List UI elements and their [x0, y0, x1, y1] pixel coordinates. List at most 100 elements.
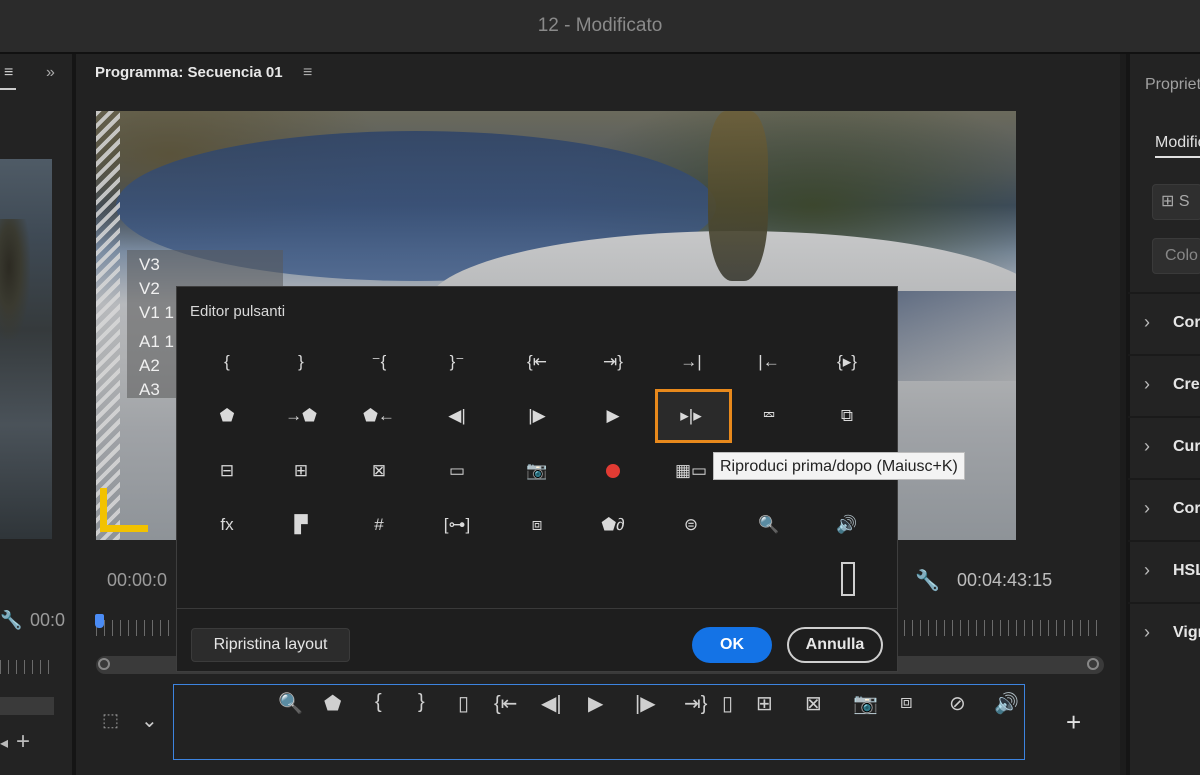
play-in-to-out-icon[interactable]: {▸}: [817, 348, 877, 376]
play-icon[interactable]: ▶: [583, 402, 643, 430]
extract-icon[interactable]: ⊠: [349, 457, 409, 485]
color-dropdown-label: Colo: [1165, 247, 1198, 264]
track-label: V1 1: [139, 303, 174, 322]
track-label: A1 1: [139, 332, 174, 351]
color-dropdown[interactable]: Colo: [1152, 238, 1200, 274]
window-title: 12 - Modificato: [537, 15, 663, 36]
ok-button[interactable]: OK: [692, 627, 772, 663]
left-panel-tab-underline: [0, 88, 16, 90]
source-scrollbar[interactable]: [0, 697, 54, 715]
safe-zone-hatch: [96, 111, 120, 540]
mark-out-icon[interactable]: }: [418, 691, 425, 714]
scrollbar-right-handle[interactable]: [1087, 658, 1099, 670]
magnify-icon[interactable]: 🔍: [278, 691, 303, 716]
left-panel-menu-icon[interactable]: ≡: [4, 64, 13, 82]
insert-icon[interactable]: ⊟: [197, 457, 257, 485]
section-label: Vign: [1173, 624, 1200, 641]
mark-in-icon[interactable]: {: [197, 348, 257, 376]
source-timecode[interactable]: 00:0: [30, 610, 65, 631]
step-back-icon[interactable]: ◀|: [541, 691, 562, 716]
chevron-down-icon[interactable]: ⌄: [141, 708, 158, 733]
record-dot: [606, 464, 620, 478]
play-before-after-icon[interactable]: ▸|▸: [661, 402, 721, 430]
go-to-previous-marker-icon[interactable]: ⬟←: [349, 402, 409, 430]
step-forward-icon[interactable]: |▶: [635, 691, 656, 716]
add-marker-icon[interactable]: ⬟: [197, 402, 257, 430]
program-monitor-title[interactable]: Programma: Secuencia 01: [95, 64, 283, 81]
vr-off-icon[interactable]: ⊘: [949, 691, 966, 716]
trim-monitor-icon[interactable]: ⧉: [817, 402, 877, 430]
corner-marker: [100, 488, 148, 532]
spacer-slot-icon[interactable]: [841, 562, 855, 596]
properties-title[interactable]: Propriet: [1145, 76, 1200, 94]
source-thumbnail: [0, 159, 52, 539]
export-frame-icon[interactable]: 📷: [507, 457, 567, 485]
spacer-icon[interactable]: ▯: [458, 691, 469, 716]
go-to-out-icon[interactable]: ⇥}: [684, 691, 707, 716]
left-wrench-icon[interactable]: 🔧: [0, 610, 22, 631]
mark-clip-in-icon[interactable]: ⁻{: [349, 348, 409, 376]
magnify-icon[interactable]: 🔍: [739, 511, 799, 539]
reset-layout-button[interactable]: Ripristina layout: [191, 628, 350, 662]
play-icon[interactable]: ▶: [588, 691, 603, 716]
step-forward-icon[interactable]: |▶: [507, 402, 567, 430]
playhead-timecode[interactable]: 00:00:0: [107, 570, 167, 591]
proxies-icon[interactable]: ⧈: [900, 691, 913, 714]
proxies-icon[interactable]: ⧈: [507, 511, 567, 539]
multicam-icon[interactable]: ▦▭: [661, 457, 721, 485]
source-add-button[interactable]: +: [16, 728, 30, 756]
export-frame-icon[interactable]: 📷: [853, 691, 878, 716]
go-to-previous-edit-icon[interactable]: |←: [739, 348, 799, 376]
go-to-out-icon[interactable]: ⇥}: [583, 348, 643, 376]
track-label: V2: [139, 279, 160, 298]
wrench-icon[interactable]: 🔧: [915, 568, 940, 593]
mark-out-icon[interactable]: }: [271, 348, 331, 376]
properties-section[interactable]: › Cur: [1128, 416, 1200, 478]
mark-in-icon[interactable]: {: [375, 691, 382, 714]
properties-button[interactable]: ⊞ S: [1152, 184, 1200, 220]
record-icon[interactable]: [583, 457, 643, 485]
lift-icon[interactable]: ⊞: [756, 691, 773, 716]
go-to-next-marker-icon[interactable]: →⬟: [271, 402, 331, 430]
lift-icon[interactable]: ⊞: [271, 457, 331, 485]
title-bar: 12 - Modificato: [0, 0, 1200, 54]
track-label: V3: [139, 255, 160, 274]
mark-clip-out-icon[interactable]: }⁻: [427, 348, 487, 376]
track-label: A3: [139, 380, 160, 399]
playhead[interactable]: [95, 614, 104, 628]
effects-icon[interactable]: fx: [197, 511, 257, 539]
grid-icon[interactable]: #: [349, 511, 409, 539]
cancel-button[interactable]: Annulla: [787, 627, 883, 663]
chevron-right-icon: ›: [1144, 560, 1150, 580]
properties-section[interactable]: › Vign: [1128, 602, 1200, 664]
properties-section[interactable]: › Cor: [1128, 478, 1200, 540]
properties-section[interactable]: › HSL: [1128, 540, 1200, 602]
settings-icon[interactable]: ⬚: [102, 710, 119, 731]
go-to-in-icon[interactable]: {⇤: [494, 691, 517, 716]
chevron-right-icon: ›: [1144, 312, 1150, 332]
tab-modifica[interactable]: Modific: [1155, 134, 1200, 152]
volume-icon[interactable]: 🔊: [994, 691, 1019, 716]
link-marker-icon[interactable]: ⬟∂: [583, 511, 643, 539]
match-frame-icon[interactable]: [⊶]: [427, 511, 487, 539]
section-label: Cur: [1173, 438, 1200, 455]
vr-video-icon[interactable]: ⊜: [661, 511, 721, 539]
loop-playback-icon[interactable]: ⮹: [739, 402, 799, 430]
go-to-in-icon[interactable]: {⇤: [507, 348, 567, 376]
add-marker-icon[interactable]: ⬟: [324, 691, 341, 716]
extract-icon[interactable]: ⊠: [805, 691, 822, 716]
volume-icon[interactable]: 🔊: [817, 511, 877, 539]
spacer-icon[interactable]: ▯: [722, 691, 733, 716]
left-arrow-icon[interactable]: ◂: [0, 733, 8, 753]
step-back-icon[interactable]: ◀|: [427, 402, 487, 430]
properties-section[interactable]: › Cor: [1128, 292, 1200, 354]
scrollbar-left-handle[interactable]: [98, 658, 110, 670]
safe-margins-icon[interactable]: ▭: [427, 457, 487, 485]
expand-panels-icon[interactable]: »: [46, 64, 55, 82]
button-editor-plus-button[interactable]: +: [1066, 707, 1081, 738]
properties-section[interactable]: › Crea: [1128, 354, 1200, 416]
source-time-ruler[interactable]: [0, 660, 52, 674]
film-strip-icon[interactable]: ▛: [271, 511, 331, 539]
go-to-next-edit-icon[interactable]: →|: [661, 348, 721, 376]
program-menu-icon[interactable]: ≡: [303, 64, 312, 82]
